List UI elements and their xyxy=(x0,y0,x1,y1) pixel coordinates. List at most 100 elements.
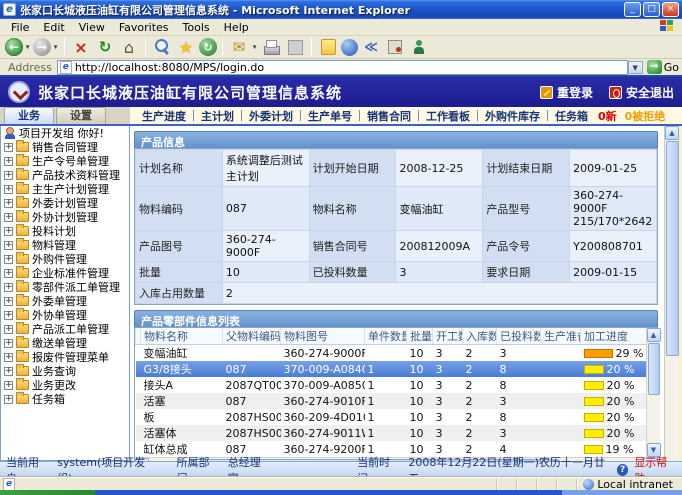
filter-icon[interactable] xyxy=(360,37,382,57)
edit-icon[interactable] xyxy=(284,37,306,57)
logout-button[interactable]: 安全退出 xyxy=(609,84,674,101)
expand-icon[interactable] xyxy=(4,213,13,222)
tree-item-17[interactable]: 业务更改 xyxy=(1,378,129,392)
expand-icon[interactable] xyxy=(4,311,13,320)
expand-icon[interactable] xyxy=(4,325,13,334)
web-icon[interactable] xyxy=(341,39,358,56)
mail-dropdown-icon[interactable] xyxy=(251,37,259,57)
tree-item-4[interactable]: 外委计划管理 xyxy=(1,196,129,210)
mail-icon[interactable] xyxy=(228,37,250,57)
expand-icon[interactable] xyxy=(4,269,13,278)
minimize-button[interactable]: _ xyxy=(624,2,641,17)
expand-icon[interactable] xyxy=(4,353,13,362)
parts-row-3[interactable]: 活塞087360-274-9010F11032320 % xyxy=(136,393,646,409)
col-header[interactable]: 批量 xyxy=(407,328,433,345)
expand-icon[interactable] xyxy=(4,185,13,194)
tree-item-2[interactable]: 产品技术资料管理 xyxy=(1,168,129,182)
maximize-button[interactable]: □ xyxy=(643,2,660,17)
expand-icon[interactable] xyxy=(4,381,13,390)
scroll-up-icon[interactable]: ▲ xyxy=(647,328,661,342)
forward-icon[interactable] xyxy=(33,38,51,56)
research-icon[interactable] xyxy=(384,37,406,57)
scroll-thumb[interactable] xyxy=(666,141,679,356)
tree-item-6[interactable]: 投料计划 xyxy=(1,224,129,238)
menu-tools[interactable]: Tools xyxy=(176,20,217,35)
col-header[interactable]: 加工进度 xyxy=(581,328,646,345)
address-dropdown-icon[interactable]: ▼ xyxy=(628,61,643,74)
menu-favorites[interactable]: Favorites xyxy=(112,20,176,35)
back-dropdown-icon[interactable] xyxy=(24,37,32,57)
nav-item-0[interactable]: 生产进度 xyxy=(142,108,186,124)
scroll-track[interactable] xyxy=(647,396,660,443)
parts-row-4[interactable]: 板2087HS002360-209-4D01011032820 % xyxy=(136,409,646,425)
tree-item-18[interactable]: 任务箱 xyxy=(1,392,129,406)
expand-icon[interactable] xyxy=(4,199,13,208)
nav-item-2[interactable]: 外委计划 xyxy=(249,108,293,124)
help-icon[interactable]: ? xyxy=(617,464,628,476)
col-header[interactable]: 开工数 xyxy=(433,328,463,345)
expand-icon[interactable] xyxy=(4,339,13,348)
col-header[interactable]: 单件数量 xyxy=(365,328,407,345)
expand-icon[interactable] xyxy=(4,227,13,236)
messenger-icon[interactable] xyxy=(408,37,430,57)
note-icon[interactable] xyxy=(317,37,339,57)
menu-view[interactable]: View xyxy=(72,20,112,35)
nav-item-5[interactable]: 工作看板 xyxy=(426,108,470,124)
tree-item-0[interactable]: 销售合同管理 xyxy=(1,140,129,154)
refresh-icon[interactable] xyxy=(94,37,116,57)
expand-icon[interactable] xyxy=(4,143,13,152)
scroll-up-icon[interactable]: ▲ xyxy=(665,126,679,140)
tree-item-14[interactable]: 缴送单管理 xyxy=(1,336,129,350)
tree-item-11[interactable]: 外委单管理 xyxy=(1,294,129,308)
tree-item-16[interactable]: 业务查询 xyxy=(1,364,129,378)
col-header[interactable]: 物料名称 xyxy=(141,328,223,345)
tab-业务[interactable]: 业务 xyxy=(4,107,54,124)
parts-row-5[interactable]: 活塞体2087HS002360-274-9011W11032320 % xyxy=(136,425,646,441)
forward-dropdown-icon[interactable] xyxy=(52,37,60,57)
start-button-edge[interactable] xyxy=(0,490,95,495)
col-header[interactable]: 已投料数 xyxy=(497,328,541,345)
parts-row-0[interactable]: 变幅油缸360-274-9000F1032329 % xyxy=(136,345,646,362)
expand-icon[interactable] xyxy=(4,241,13,250)
favorites-icon[interactable] xyxy=(175,37,197,57)
nav-item-1[interactable]: 主计划 xyxy=(201,108,234,124)
scroll-thumb[interactable] xyxy=(648,343,660,395)
tree-item-13[interactable]: 产品派工单管理 xyxy=(1,322,129,336)
close-button[interactable]: × xyxy=(662,2,679,17)
nav-item-4[interactable]: 销售合同 xyxy=(367,108,411,124)
relogin-button[interactable]: 重登录 xyxy=(540,84,593,101)
expand-icon[interactable] xyxy=(4,255,13,264)
tab-设置[interactable]: 设置 xyxy=(56,107,106,124)
tree-item-10[interactable]: 零部件派工单管理 xyxy=(1,280,129,294)
parts-row-1[interactable]: G3/8接头087370-009-A084011032820 % xyxy=(136,361,646,377)
tree-item-15[interactable]: 报废件管理菜单 xyxy=(1,350,129,364)
tree-item-5[interactable]: 外协计划管理 xyxy=(1,210,129,224)
nav-item-3[interactable]: 生产单号 xyxy=(308,108,352,124)
col-header[interactable]: 物料图号 xyxy=(281,328,365,345)
expand-icon[interactable] xyxy=(4,367,13,376)
home-icon[interactable] xyxy=(118,37,140,57)
col-header[interactable]: 父物料编码 xyxy=(223,328,281,345)
main-vertical-scrollbar[interactable]: ▲ xyxy=(664,126,679,461)
expand-icon[interactable] xyxy=(4,297,13,306)
address-input[interactable]: http://localhost:8080/MPS/login.do xyxy=(57,60,628,75)
search-icon[interactable] xyxy=(151,37,173,57)
expand-icon[interactable] xyxy=(4,395,13,404)
stop-icon[interactable] xyxy=(70,37,92,57)
tree-item-3[interactable]: 主生产计划管理 xyxy=(1,182,129,196)
tree-item-12[interactable]: 外协单管理 xyxy=(1,308,129,322)
tree-item-9[interactable]: 企业标准件管理 xyxy=(1,266,129,280)
menu-edit[interactable]: Edit xyxy=(36,20,71,35)
nav-item-6[interactable]: 外购件库存 xyxy=(485,108,540,124)
history-icon[interactable] xyxy=(199,38,217,56)
parts-row-2[interactable]: 接头A2087QT002370-009-A085011032820 % xyxy=(136,377,646,393)
col-header[interactable]: 生产准备 xyxy=(541,328,581,345)
expand-icon[interactable] xyxy=(4,157,13,166)
menu-help[interactable]: Help xyxy=(217,20,256,35)
col-header[interactable]: 入库数 xyxy=(463,328,497,345)
expand-icon[interactable] xyxy=(4,171,13,180)
parts-vertical-scrollbar[interactable]: ▲ ▼ xyxy=(646,328,660,457)
tree-item-1[interactable]: 生产令号单管理 xyxy=(1,154,129,168)
expand-icon[interactable] xyxy=(4,283,13,292)
print-icon[interactable] xyxy=(260,37,282,57)
